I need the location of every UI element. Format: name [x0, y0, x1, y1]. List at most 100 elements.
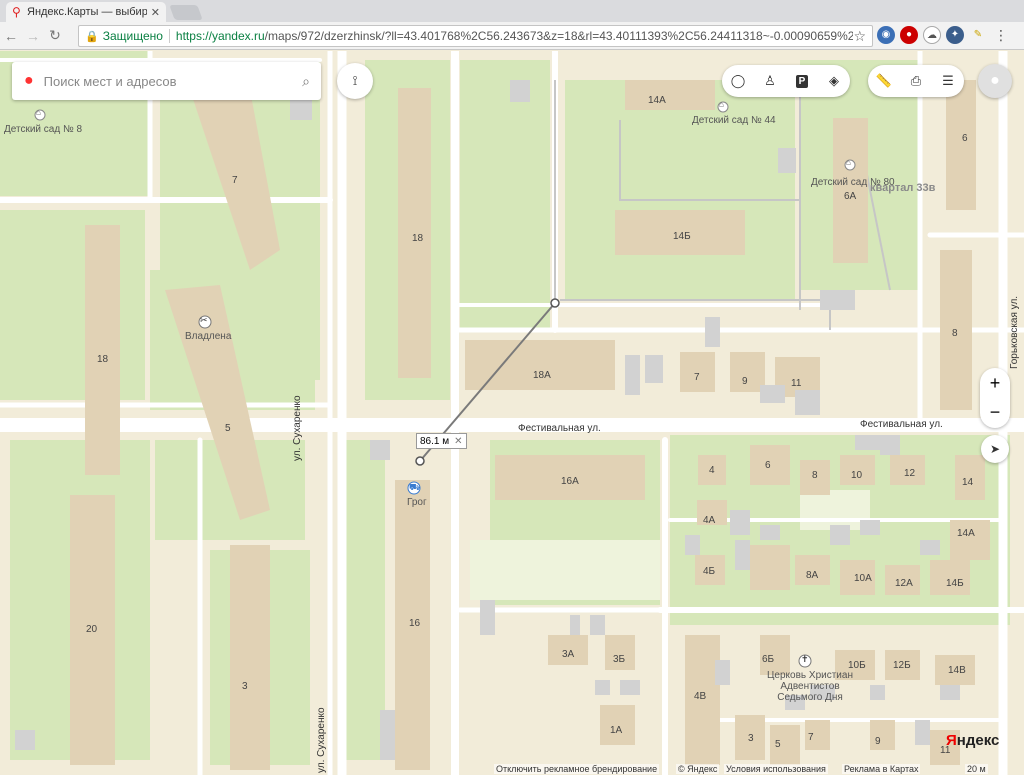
- route-button[interactable]: ⟟: [337, 63, 373, 99]
- extension-pin-icon[interactable]: ✎: [969, 26, 987, 44]
- poi-kindergarten-8[interactable]: Детский сад № 8: [4, 124, 82, 135]
- address-bar[interactable]: 🔒 Защищено https://yandex.ru/maps/972/dz…: [78, 25, 873, 47]
- geolocation-button[interactable]: ➤: [981, 435, 1009, 463]
- building-number[interactable]: 14А: [957, 528, 975, 539]
- map-canvas[interactable]: ⌂ ⌂ ⌂ ✂ ⛟ ✝ Детский сад № 8 Детский сад …: [0, 51, 1024, 775]
- building-number[interactable]: 8: [952, 328, 958, 339]
- poi-church[interactable]: Церковь Христиан Адвентистов Седьмого Дн…: [765, 670, 855, 703]
- url-text[interactable]: https://yandex.ru/maps/972/dzerzhinsk/?l…: [176, 29, 854, 43]
- avatar[interactable]: ●: [978, 64, 1012, 98]
- building-number[interactable]: 8: [812, 470, 818, 481]
- tab-title: Яндекс.Карты — выбирай: [27, 6, 147, 18]
- poi-vladlena[interactable]: Владлена: [185, 331, 231, 342]
- street-sukharenko: ул. Сухаренко: [292, 395, 303, 461]
- shopping-cart-icon[interactable]: ⛟: [409, 482, 420, 494]
- bookmark-star-icon[interactable]: ☆: [853, 28, 866, 45]
- extension-globe-icon[interactable]: ◉: [877, 26, 895, 44]
- poi-kindergarten-44[interactable]: Детский сад № 44: [692, 115, 776, 126]
- extension-adblock-icon[interactable]: ●: [900, 26, 918, 44]
- location-arrow-icon: ➤: [989, 442, 1001, 456]
- ruler-distance: 86.1 м: [420, 435, 450, 447]
- building-number[interactable]: 6: [765, 460, 771, 471]
- building-number[interactable]: 4Б: [703, 566, 715, 577]
- scissors-icon[interactable]: ✂: [200, 315, 208, 326]
- building-number[interactable]: 14А: [648, 95, 666, 106]
- close-tab-icon[interactable]: ✕: [151, 6, 160, 19]
- layers-toolbar: ◯ ♙ P ◈: [722, 65, 850, 97]
- new-tab-button[interactable]: [169, 5, 203, 20]
- building-number[interactable]: 14В: [948, 665, 966, 676]
- panorama-icon[interactable]: ♙: [754, 65, 786, 97]
- building-number[interactable]: 10Б: [848, 660, 866, 671]
- building-number[interactable]: 7: [694, 372, 700, 383]
- search-input[interactable]: [43, 73, 291, 89]
- building-number[interactable]: 20: [86, 624, 97, 635]
- ruler-icon[interactable]: 📏: [868, 65, 900, 97]
- building-number[interactable]: 3А: [562, 649, 574, 660]
- building-number[interactable]: 4: [709, 465, 715, 476]
- building-number[interactable]: 6: [962, 133, 968, 144]
- parking-icon[interactable]: P: [786, 65, 818, 97]
- back-arrow-icon[interactable]: ←: [0, 28, 22, 44]
- layers-icon[interactable]: ◈: [818, 65, 850, 97]
- print-icon[interactable]: ⎙: [900, 65, 932, 97]
- ruler-distance-label[interactable]: 86.1 м ✕: [416, 433, 467, 449]
- terms-link[interactable]: Условия использования: [724, 764, 828, 774]
- building-number[interactable]: 11: [791, 378, 801, 389]
- building-number[interactable]: 12Б: [893, 660, 911, 671]
- yandex-logo[interactable]: Яндекс: [946, 732, 999, 749]
- reload-icon[interactable]: ↻: [44, 27, 66, 44]
- kindergarten-icon[interactable]: ⌂: [846, 158, 851, 167]
- menu-icon[interactable]: ☰: [932, 65, 964, 97]
- building-number[interactable]: 4А: [703, 515, 715, 526]
- traffic-icon[interactable]: ◯: [722, 65, 754, 97]
- kindergarten-icon[interactable]: ⌂: [719, 100, 724, 109]
- building-number[interactable]: 3: [242, 681, 248, 692]
- building-number[interactable]: 14Б: [673, 231, 691, 242]
- building-number[interactable]: 14: [962, 477, 973, 488]
- search-icon[interactable]: ⌕: [291, 73, 321, 90]
- disable-branding-link[interactable]: Отключить рекламное брендирование: [494, 764, 660, 774]
- search-box: ● ⌕: [12, 62, 321, 100]
- forward-arrow-icon[interactable]: →: [22, 28, 44, 44]
- building-number[interactable]: 5: [775, 739, 781, 750]
- building-number[interactable]: 1А: [610, 725, 622, 736]
- extension-puzzle-icon[interactable]: ✦: [946, 26, 964, 44]
- building-number[interactable]: 4В: [694, 691, 706, 702]
- building-number[interactable]: 7: [808, 732, 814, 743]
- building-number[interactable]: 18: [97, 354, 108, 365]
- building-number[interactable]: 5: [225, 423, 231, 434]
- building-number[interactable]: 14Б: [946, 578, 964, 589]
- url-path: /maps/972/dzerzhinsk/?ll=43.401768%2C56.…: [264, 29, 854, 43]
- kindergarten-icon[interactable]: ⌂: [36, 108, 41, 117]
- extension-cloud-icon[interactable]: ☁: [923, 26, 941, 44]
- building-number[interactable]: 12: [904, 468, 915, 479]
- building-number[interactable]: 10А: [854, 573, 872, 584]
- browser-toolbar: ← → ↻ 🔒 Защищено https://yandex.ru/maps/…: [0, 22, 1024, 50]
- building-number[interactable]: 18А: [533, 370, 551, 381]
- building-number[interactable]: 8А: [806, 570, 818, 581]
- building-number[interactable]: 6Б: [762, 654, 774, 665]
- building-number[interactable]: 9: [742, 376, 748, 387]
- building-number[interactable]: 18: [412, 233, 423, 244]
- church-cross-icon[interactable]: ✝: [801, 654, 809, 665]
- building-number[interactable]: 6А: [844, 191, 856, 202]
- building-number[interactable]: 7: [232, 175, 238, 186]
- building-number[interactable]: 3Б: [613, 654, 625, 665]
- browser-tab[interactable]: ⚲ Яндекс.Карты — выбирай ✕: [6, 2, 166, 22]
- zoom-out-button[interactable]: −: [980, 398, 1010, 428]
- zoom-in-button[interactable]: +: [980, 368, 1010, 398]
- building-number[interactable]: 3: [748, 733, 754, 744]
- building-number[interactable]: 12А: [895, 578, 913, 589]
- poi-grog[interactable]: Грог: [407, 497, 427, 508]
- building-number[interactable]: 16: [409, 618, 420, 629]
- logo-first-letter: Я: [946, 732, 957, 749]
- building-number[interactable]: 10: [851, 470, 862, 481]
- route-icon: ⟟: [352, 73, 358, 88]
- address-separator: [168, 29, 170, 43]
- ruler-close-icon[interactable]: ✕: [454, 436, 462, 447]
- building-number[interactable]: 9: [875, 736, 881, 747]
- browser-menu-icon[interactable]: ⋮: [992, 26, 1010, 44]
- building-number[interactable]: 16А: [561, 476, 579, 487]
- ads-link[interactable]: Реклама в Картах: [842, 764, 921, 774]
